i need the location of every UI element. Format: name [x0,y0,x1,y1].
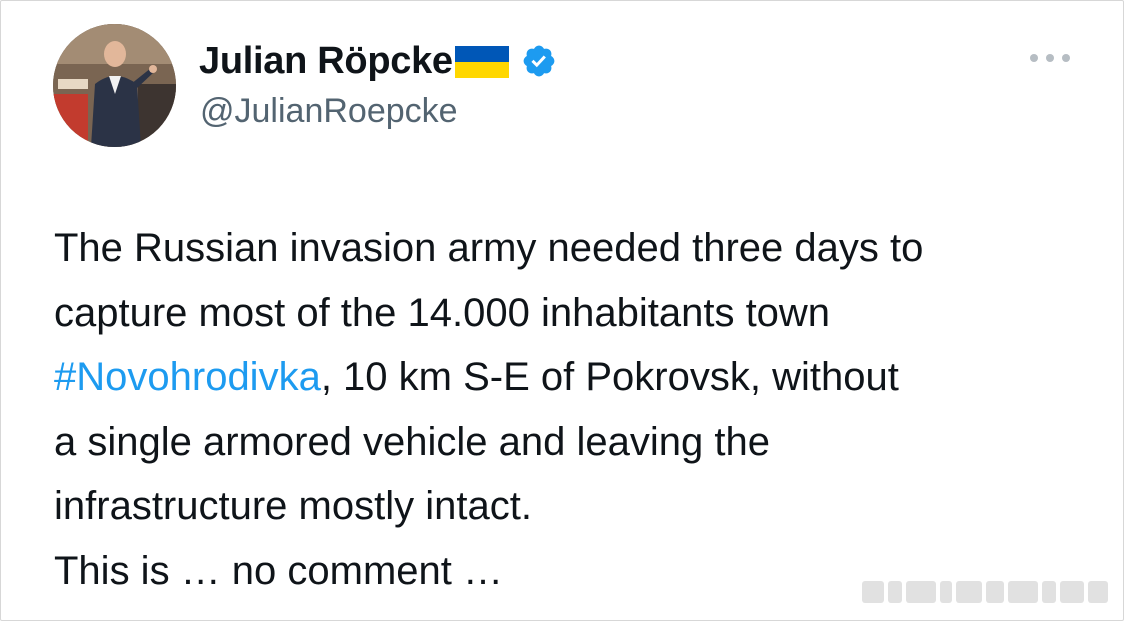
watermark [862,574,1114,610]
avatar-photo [53,24,176,147]
more-dot-icon [1030,54,1038,62]
tweet-line: infrastructure mostly intact. [54,484,532,528]
tweet-line: The Russian invasion army needed three d… [54,226,924,270]
author-display-name[interactable]: Julian Röpcke [199,40,453,83]
tweet-line-text: , 10 km S-E of Pokrovsk, without [320,355,899,399]
tweet-text: The Russian invasion army needed three d… [54,216,1104,603]
hashtag-link[interactable]: #Novohrodivka [54,355,321,399]
more-dot-icon [1062,54,1070,62]
more-options-button[interactable] [1030,46,1070,70]
verified-badge-icon [521,43,557,79]
avatar[interactable] [53,24,176,147]
tweet-line: a single armored vehicle and leaving the [54,419,770,464]
author-handle[interactable]: @JulianRoepcke [200,92,458,131]
tweet-line: capture most of the 14.000 inhabitants t… [54,290,831,335]
ukraine-flag-icon [454,46,509,78]
author-name-row[interactable]: Julian Röpcke [199,36,557,86]
more-dot-icon [1046,54,1054,62]
tweet-line: #Novohrodivka, 10 km S-E of Pokrovsk, wi… [54,345,1104,410]
